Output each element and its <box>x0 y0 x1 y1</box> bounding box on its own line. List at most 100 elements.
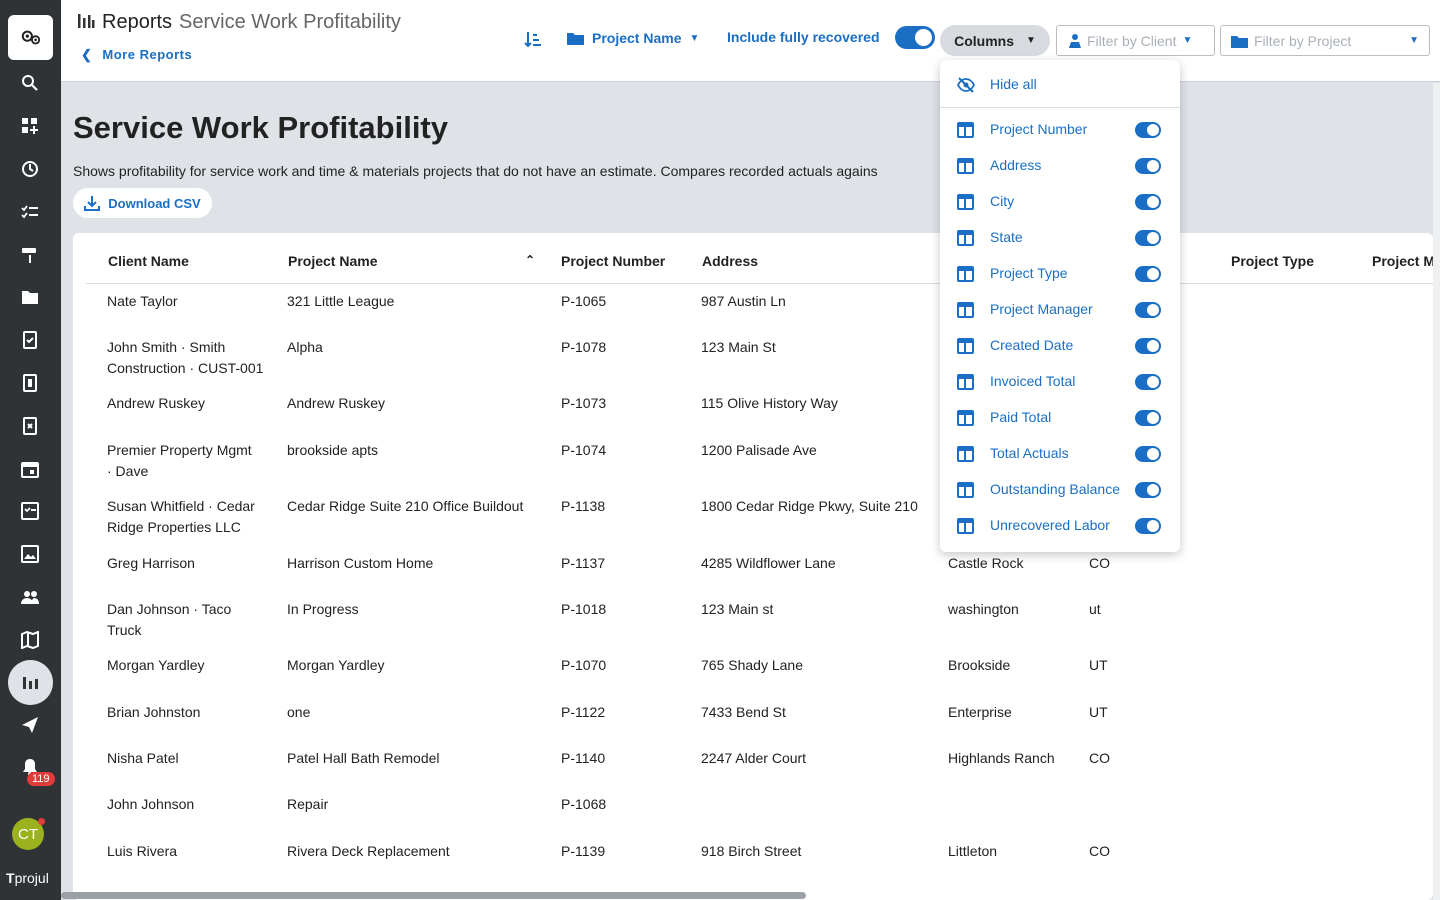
sidebar-item-send[interactable] <box>15 710 45 740</box>
column-toggle-label: Total Actuals <box>990 445 1069 461</box>
column-toggle-switch[interactable] <box>1135 266 1161 282</box>
sidebar-item-checklist[interactable] <box>15 197 45 227</box>
filter-by-client[interactable]: Filter by Client ▼ <box>1056 25 1215 56</box>
send-icon <box>22 717 38 733</box>
column-toggle-item[interactable]: Unrecovered Labor <box>940 515 1180 537</box>
cell-client: Luis Rivera <box>107 841 177 862</box>
column-toggle-switch[interactable] <box>1135 194 1161 210</box>
cell-project-number: P-1074 <box>561 442 607 458</box>
column-header-address[interactable]: Address <box>702 253 758 269</box>
bar-chart-icon <box>77 12 95 35</box>
sidebar-item-invoice[interactable] <box>15 368 45 398</box>
more-reports-link[interactable]: ❮ More Reports <box>81 47 192 63</box>
column-toggle-label: Created Date <box>990 337 1074 353</box>
paint-roller-icon <box>22 248 36 263</box>
column-toggle-switch[interactable] <box>1135 122 1161 138</box>
column-toggle-item[interactable]: Address <box>940 155 1180 177</box>
report-title: Service Work Profitability <box>73 110 448 145</box>
column-header-project-manager[interactable]: Project M <box>1372 253 1433 269</box>
cell-project-name: Andrew Ruskey <box>287 395 386 411</box>
column-header-client[interactable]: Client Name <box>108 253 189 269</box>
column-toggle-label: Unrecovered Labor <box>990 517 1110 533</box>
cell-client: Greg Harrison <box>107 553 195 574</box>
cell-project-number: P-1138 <box>561 498 606 514</box>
settings-logo-button[interactable] <box>8 15 53 60</box>
column-toggle-switch[interactable] <box>1135 302 1161 318</box>
horizontal-scrollbar[interactable] <box>61 892 806 899</box>
sidebar-item-photo[interactable] <box>15 539 45 569</box>
calendar-icon <box>21 462 39 478</box>
column-toggle-switch[interactable] <box>1135 446 1161 462</box>
column-toggle-switch[interactable] <box>1135 518 1161 534</box>
column-toggle-switch[interactable] <box>1135 338 1161 354</box>
top-bar: Reports Service Work Profitability ❮ More… <box>61 0 1440 82</box>
include-recovered-toggle[interactable] <box>895 26 935 49</box>
search-icon <box>22 75 38 91</box>
cell-address: 123 Main st <box>701 601 774 617</box>
column-toggle-item[interactable]: Total Actuals <box>940 443 1180 465</box>
column-toggle-label: Project Number <box>990 121 1088 137</box>
group-by-dropdown[interactable]: Project Name ▼ <box>567 30 699 46</box>
column-toggle-item[interactable]: City <box>940 191 1180 213</box>
column-toggle-switch[interactable] <box>1135 158 1161 174</box>
sidebar-item-document-x[interactable] <box>15 411 45 441</box>
column-header-project-type[interactable]: Project Type <box>1231 253 1314 269</box>
folder-open-icon <box>1231 35 1248 48</box>
column-toggle-switch[interactable] <box>1135 482 1161 498</box>
sidebar-item-dashboard-add[interactable] <box>15 111 45 141</box>
cell-project-number: P-1137 <box>561 555 606 571</box>
estimate-icon <box>23 331 37 349</box>
sidebar-item-bar-chart[interactable] <box>15 667 45 697</box>
cell-client: Dan Johnson · Taco Truck <box>107 599 231 641</box>
sidebar-item-calendar[interactable] <box>15 454 45 484</box>
column-toggle-item[interactable]: Project Manager <box>940 299 1180 321</box>
columns-button[interactable]: Columns ▼ <box>940 25 1050 56</box>
sort-asc-icon[interactable]: ⌃ <box>525 253 535 267</box>
column-toggle-item[interactable]: Invoiced Total <box>940 371 1180 393</box>
cell-address: 765 Shady Lane <box>701 657 803 673</box>
sidebar-item-map[interactable] <box>15 625 45 655</box>
hide-all-item[interactable]: Hide all <box>940 74 1180 96</box>
column-toggle-switch[interactable] <box>1135 374 1161 390</box>
column-toggle-item[interactable]: Paid Total <box>940 407 1180 429</box>
column-toggle-item[interactable]: Project Number <box>940 119 1180 141</box>
vertical-scrollbar[interactable] <box>1433 83 1440 900</box>
caret-down-icon: ▼ <box>689 32 700 44</box>
sort-icon[interactable] <box>523 30 543 55</box>
column-toggle-switch[interactable] <box>1135 230 1161 246</box>
cell-project-name: Repair <box>287 796 329 812</box>
sidebar-item-task-box[interactable] <box>15 496 45 526</box>
cell-state: CO <box>1089 555 1110 571</box>
cell-state: UT <box>1089 704 1108 720</box>
sidebar-item-paint-roller[interactable] <box>15 240 45 270</box>
column-toggle-label: Project Type <box>990 265 1068 281</box>
notification-badge: 119 <box>27 772 55 786</box>
cell-address: 987 Austin Ln <box>701 293 786 309</box>
cell-client-line: Nate Taylor <box>107 293 178 309</box>
column-header-project-name[interactable]: Project Name <box>288 253 377 269</box>
column-header-project-number[interactable]: Project Number <box>561 253 665 269</box>
sidebar-item-clock[interactable] <box>15 154 45 184</box>
column-toggle-label: Project Manager <box>990 301 1093 317</box>
cell-state: UT <box>1089 657 1108 673</box>
download-csv-button[interactable]: Download CSV <box>73 188 212 218</box>
clock-icon <box>22 161 38 177</box>
cell-address: 1200 Palisade Ave <box>701 442 817 458</box>
cell-address: 4285 Wildflower Lane <box>701 555 836 571</box>
people-icon <box>21 591 39 604</box>
folder-icon <box>567 33 584 45</box>
sidebar-item-people[interactable] <box>15 582 45 612</box>
sidebar-item-folder[interactable] <box>15 282 45 312</box>
filter-by-project[interactable]: Filter by Project ▼ <box>1220 25 1430 56</box>
column-toggle-item[interactable]: Outstanding Balance <box>940 479 1180 501</box>
sidebar-item-estimate[interactable] <box>15 325 45 355</box>
column-toggle-switch[interactable] <box>1135 410 1161 426</box>
column-toggle-item[interactable]: State <box>940 227 1180 249</box>
cell-address: 123 Main St <box>701 339 776 355</box>
cell-project-number: P-1068 <box>561 796 607 812</box>
sidebar-item-search[interactable] <box>15 68 45 98</box>
column-toggle-item[interactable]: Created Date <box>940 335 1180 357</box>
column-toggle-item[interactable]: Project Type <box>940 263 1180 285</box>
table-column-icon <box>957 338 974 359</box>
cell-client-line: John Johnson <box>107 796 195 812</box>
